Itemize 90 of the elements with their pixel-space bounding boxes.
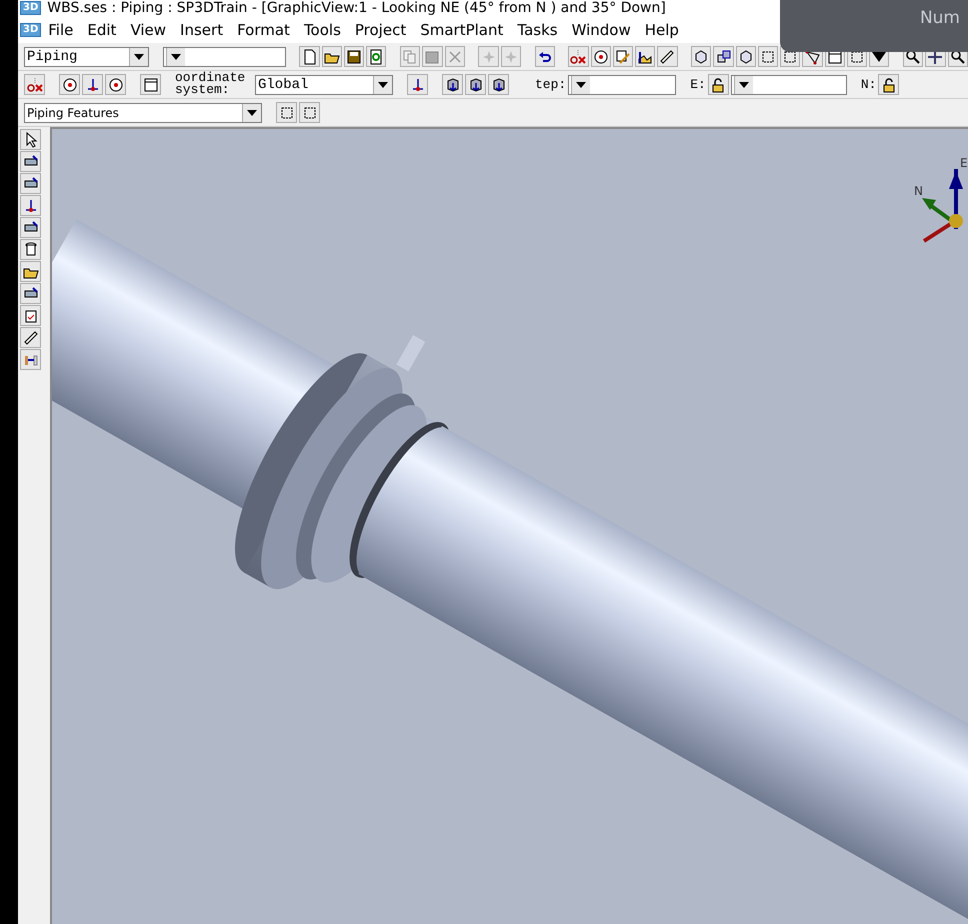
toolbar-button[interactable] [612, 46, 634, 67]
toolbar-button[interactable] [105, 74, 126, 95]
caret-icon [378, 82, 388, 88]
app-logo: 3D [20, 1, 42, 15]
anchor-icon [468, 76, 484, 92]
check-icon [22, 308, 38, 324]
caret-icon [738, 82, 749, 88]
toolbar-button[interactable] [20, 349, 41, 370]
menu-item[interactable]: Help [638, 20, 686, 38]
caret-icon [134, 54, 144, 60]
toolbar-button[interactable] [20, 217, 41, 238]
coordinate-system-dropdown[interactable]: Global [255, 74, 393, 94]
menu-item[interactable]: File [41, 20, 80, 38]
toolbar-button[interactable] [20, 239, 41, 260]
toolbar-button[interactable] [635, 46, 656, 67]
toolbar-button[interactable] [140, 74, 161, 95]
anchor-icon [444, 76, 460, 92]
toolbar-button[interactable] [20, 129, 41, 150]
east-dropdown[interactable] [730, 74, 847, 94]
toolbar-button[interactable] [465, 74, 486, 95]
toolbar-button[interactable] [568, 46, 589, 67]
new-document-icon [302, 48, 318, 64]
toolbar-button[interactable] [713, 46, 734, 67]
step-label: tep: [535, 77, 566, 92]
anchor-icon [490, 76, 506, 92]
coordinate-system-label: oordinate system: [175, 72, 246, 98]
toolbar-button[interactable] [20, 283, 41, 304]
toolbar-button[interactable] [20, 195, 41, 216]
lock-icon [880, 76, 897, 92]
toolbar-button[interactable] [488, 74, 509, 95]
dropdown[interactable] [162, 46, 286, 66]
toolbar-button[interactable] [758, 46, 778, 67]
caret-icon [247, 110, 257, 116]
menu-item[interactable]: Tools [296, 20, 348, 38]
toolbar-button[interactable] [20, 327, 41, 348]
caret-icon [576, 82, 586, 88]
toolbar-button[interactable] [691, 46, 712, 67]
menu-item[interactable]: Tasks [510, 20, 565, 38]
toolbar-button[interactable] [442, 74, 463, 95]
toolbar-button[interactable] [20, 173, 41, 194]
target-icon [62, 76, 78, 92]
toolbar-button[interactable] [590, 46, 611, 67]
toolbar-button[interactable] [657, 46, 678, 67]
toolbar-button[interactable] [20, 151, 41, 172]
menu-item[interactable]: SmartPlant [413, 20, 510, 38]
target-icon [592, 48, 609, 64]
toolbar-button[interactable] [20, 305, 41, 326]
filter-dropdown[interactable]: Piping Features [24, 102, 262, 122]
ruler-icon [659, 48, 676, 64]
toolbar-button[interactable] [708, 74, 729, 95]
refresh-icon [368, 48, 384, 64]
window-title: WBS.ses : Piping : SP3DTrain - [GraphicView:1 - Looking NE (45° from N ) and 35° Down] [47, 0, 666, 16]
frame-icon [760, 48, 776, 64]
copy-icon [402, 48, 418, 64]
menu-item[interactable]: Format [230, 20, 297, 38]
toolbar-button[interactable] [299, 46, 320, 67]
toolbar-button[interactable] [299, 102, 320, 123]
toolbar-button[interactable] [344, 46, 364, 67]
lock-icon [710, 76, 726, 92]
menu-item[interactable]: Insert [173, 20, 230, 38]
toolbar-button[interactable] [407, 74, 428, 95]
toolbar-button[interactable] [534, 46, 555, 67]
toolbar-button[interactable] [24, 74, 45, 95]
notification-overlay: Num [780, 0, 968, 52]
axis-triad-icon [922, 169, 963, 243]
toolbar-button[interactable] [322, 46, 342, 67]
menu-item[interactable]: View [123, 20, 174, 38]
menu-item[interactable]: Window [564, 20, 638, 38]
north-axis-label: N [914, 184, 923, 198]
save-icon [346, 48, 362, 64]
menu-item[interactable]: Project [348, 20, 414, 38]
task-dropdown[interactable]: Piping [24, 46, 150, 66]
cubes-icon [716, 48, 732, 64]
cube-icon [693, 48, 710, 64]
toolbar-button[interactable] [276, 102, 297, 123]
step-dropdown[interactable] [568, 74, 676, 94]
toolbar-button[interactable] [878, 74, 900, 95]
toolbar-button[interactable] [82, 74, 103, 95]
delete-icon [446, 48, 463, 64]
toolbar-button[interactable] [59, 74, 80, 95]
toolbar-button[interactable] [20, 261, 41, 282]
pencil-icon [614, 48, 631, 64]
paste-icon [424, 48, 440, 64]
caret-icon [170, 54, 181, 60]
toolbar-button[interactable] [366, 46, 386, 67]
east-axis-label: E [960, 156, 968, 170]
north-label: N: [860, 77, 876, 92]
east-label: E: [690, 77, 706, 92]
toolbar-button[interactable] [736, 46, 756, 67]
menu-item[interactable]: Edit [80, 20, 124, 38]
